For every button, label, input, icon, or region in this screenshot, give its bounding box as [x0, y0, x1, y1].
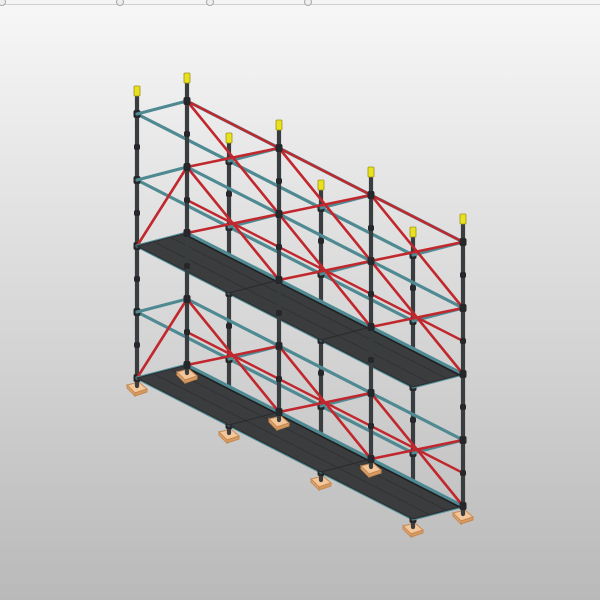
top-cap: [367, 166, 375, 178]
standard-joint: [134, 276, 140, 282]
standard-joint: [276, 310, 282, 316]
standard-joint: [275, 342, 283, 350]
standard-joint: [368, 291, 374, 297]
standard-joint: [184, 197, 190, 203]
standard-joint: [459, 238, 467, 246]
standard-joint: [183, 295, 191, 303]
standard-joint: [460, 404, 466, 410]
top-cap: [225, 132, 233, 144]
standard-joint: [367, 323, 375, 331]
transom: [135, 99, 189, 116]
standard-joint: [134, 144, 140, 150]
standard-joint: [276, 376, 282, 382]
standard-joint: [184, 263, 190, 269]
viewport-3d[interactable]: [0, 0, 600, 600]
standard-joint: [459, 436, 467, 444]
standard-joint: [183, 97, 191, 105]
standard-joint: [183, 163, 191, 171]
diagonal-brace: [369, 193, 465, 310]
standard-joint: [276, 178, 282, 184]
standard-joint: [410, 285, 416, 291]
standard-joint: [318, 238, 324, 244]
standard-joint: [460, 272, 466, 278]
top-cap: [183, 72, 191, 84]
standard-joint: [275, 408, 283, 416]
standard-joint: [367, 191, 375, 199]
standard-joint: [226, 323, 232, 329]
standard-joint: [460, 338, 466, 344]
standard-joint: [459, 304, 467, 312]
standard-joint: [134, 210, 140, 216]
diagonal-brace: [185, 99, 281, 216]
standard-joint: [367, 257, 375, 265]
standard-joint: [275, 144, 283, 152]
standard-joint: [275, 276, 283, 284]
standard-joint: [184, 329, 190, 335]
standard-joint: [410, 417, 416, 423]
scaffold-model[interactable]: [0, 0, 600, 600]
standard-joint: [276, 244, 282, 250]
top-cap: [317, 179, 325, 191]
standard-joint: [134, 342, 140, 348]
standard-joint: [183, 229, 191, 237]
top-cap: [275, 119, 283, 131]
standard-joint: [459, 502, 467, 510]
standard-joint: [318, 370, 324, 376]
top-cap: [133, 85, 141, 97]
top-cap: [459, 213, 467, 225]
standard-joint: [226, 191, 232, 197]
standard-joint: [275, 210, 283, 218]
standard-joint: [183, 361, 191, 369]
diagonal-brace: [277, 146, 373, 263]
standard-joint: [459, 370, 467, 378]
standard-joint: [460, 470, 466, 476]
standard-joint: [367, 389, 375, 397]
standard-joint: [368, 357, 374, 363]
standard-joint: [368, 225, 374, 231]
standard-joint: [368, 423, 374, 429]
top-cap: [409, 226, 417, 238]
standard-joint: [184, 131, 190, 137]
standard-joint: [367, 455, 375, 463]
